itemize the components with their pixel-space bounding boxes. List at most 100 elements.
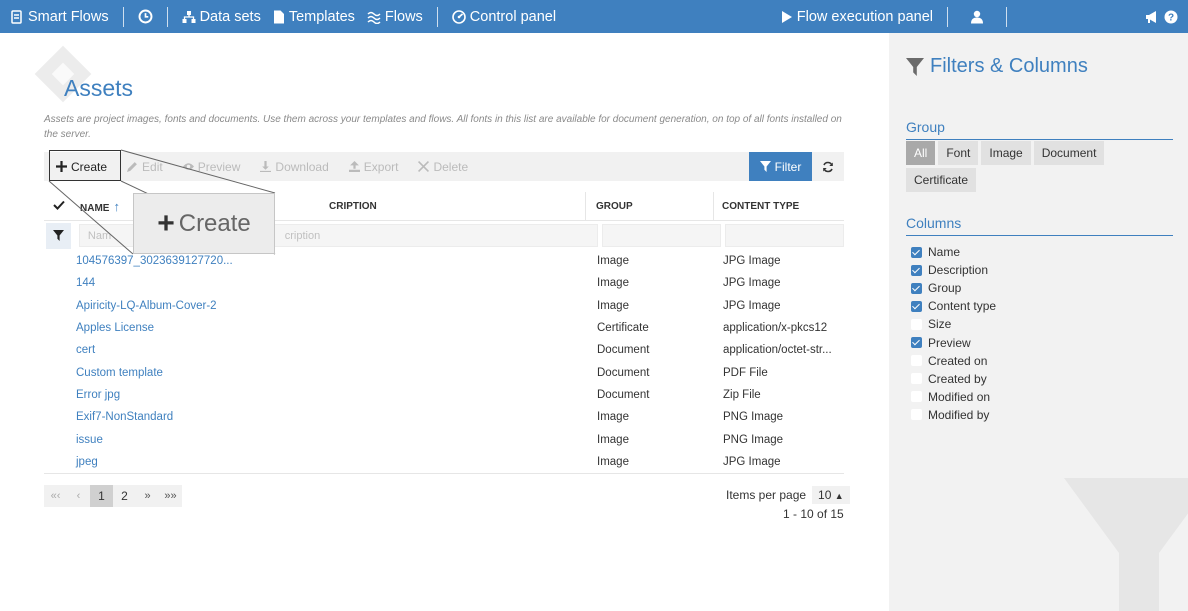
nav-announcements[interactable] (1143, 0, 1162, 33)
eye-icon (182, 163, 194, 170)
pagination-range: 1 - 10 of 15 (783, 507, 844, 521)
select-all-checkbox[interactable] (44, 200, 74, 213)
asset-name-link[interactable]: Apiricity-LQ-Album-Cover-2 (44, 300, 591, 312)
asset-name-link[interactable]: 104576397_3023639127720... (44, 255, 591, 267)
nav-user[interactable] (956, 0, 998, 33)
content-type-filter-input[interactable] (724, 224, 844, 247)
flows-logo-icon (11, 9, 22, 24)
pagination: «‹ ‹ 1 2 » »» (44, 485, 182, 507)
asset-name-link[interactable]: jpeg (44, 456, 591, 468)
nav-flows-label: Flows (384, 8, 423, 25)
asset-name-link[interactable]: issue (44, 434, 591, 446)
column-option-size[interactable]: Size (911, 315, 996, 333)
nav-help[interactable]: ? (1162, 0, 1188, 33)
items-per-page: Items per page 10 ▲ (726, 486, 850, 504)
name-filter-input[interactable]: Nam (78, 224, 137, 247)
column-option-content-type[interactable]: Content type (911, 297, 996, 315)
refresh-button[interactable] (812, 152, 844, 181)
group-filter-input[interactable] (601, 224, 721, 247)
column-checkbox[interactable] (911, 300, 922, 312)
edit-button[interactable]: Edit (117, 152, 173, 181)
column-option-group[interactable]: Group (911, 279, 996, 297)
sitemap-icon (182, 10, 196, 23)
column-header-content-type-label: CONTENT TYPE (722, 200, 800, 212)
prev-page-button[interactable]: ‹ (67, 485, 90, 507)
asset-group: Image (597, 277, 629, 290)
column-checkbox[interactable] (911, 264, 922, 276)
asset-name-link[interactable]: Custom template (44, 367, 591, 379)
export-button[interactable]: Export (339, 152, 409, 181)
nav-history[interactable] (132, 0, 159, 33)
asset-name-link[interactable]: cert (44, 344, 591, 356)
table-row[interactable]: issue Image PNG Image (44, 428, 844, 450)
column-checkbox[interactable] (911, 318, 922, 330)
refresh-icon (823, 161, 833, 172)
column-option-description[interactable]: Description (911, 261, 996, 279)
asset-name-link[interactable]: 144 (44, 277, 591, 289)
table-row[interactable]: 144 Image JPG Image (44, 272, 844, 294)
group-chip-all[interactable]: All (906, 141, 936, 165)
edit-button-label: Edit (142, 159, 163, 174)
column-header-group-label: GROUP (596, 200, 633, 212)
nav-datasets[interactable]: Data sets (176, 0, 267, 33)
svg-text:?: ? (1168, 12, 1174, 23)
nav-control-panel-label: Control panel (469, 8, 557, 25)
toolbar-right: Filter (749, 152, 844, 181)
page-button-2[interactable]: 2 (113, 485, 136, 507)
page-button-1[interactable]: 1 (90, 485, 113, 507)
asset-name-link[interactable]: Error jpg (44, 389, 591, 401)
next-page-button[interactable]: » (136, 485, 159, 507)
column-option-label: Created by (928, 371, 987, 386)
table-row[interactable]: cert Document application/octet-str... (44, 339, 844, 361)
column-checkbox[interactable] (911, 391, 922, 403)
nav-control-panel[interactable]: Control panel (446, 0, 562, 33)
group-chip-image[interactable]: Image (981, 141, 1031, 165)
first-page-button[interactable]: «‹ (44, 485, 67, 507)
table-row[interactable]: Apiricity-LQ-Album-Cover-2 Image JPG Image (44, 295, 844, 317)
help-icon: ? (1164, 10, 1178, 23)
asset-group: Image (597, 255, 629, 268)
column-header-group[interactable]: GROUP (585, 191, 713, 221)
column-option-name[interactable]: Name (911, 243, 996, 261)
column-checkbox[interactable] (911, 246, 922, 258)
preview-button[interactable]: Preview (173, 152, 251, 181)
row-filter-toggle[interactable] (46, 222, 71, 249)
asset-name-link[interactable]: Apples License (44, 322, 591, 334)
filter-button[interactable]: Filter (749, 152, 812, 181)
table-row[interactable]: Error jpg Document Zip File (44, 384, 844, 406)
export-button-label: Export (363, 159, 399, 174)
group-chip-certificate[interactable]: Certificate (906, 168, 977, 192)
table-row[interactable]: jpeg Image JPG Image (44, 451, 844, 473)
column-checkbox[interactable] (911, 282, 922, 294)
nav-brand[interactable]: Smart Flows (0, 0, 115, 33)
column-checkbox[interactable] (911, 373, 922, 385)
group-chip-document[interactable]: Document (1033, 141, 1105, 165)
last-page-button[interactable]: »» (159, 485, 182, 507)
asset-content-type: application/octet-str... (723, 344, 832, 357)
column-option-created-by[interactable]: Created by (911, 370, 996, 388)
nav-separator (122, 6, 124, 27)
nav-flows[interactable]: Flows (361, 0, 429, 33)
table-row[interactable]: Custom template Document PDF File (44, 361, 844, 383)
column-option-modified-on[interactable]: Modified on (911, 388, 996, 406)
download-button[interactable]: Download (250, 152, 338, 181)
column-header-content-type[interactable]: CONTENT TYPE (713, 191, 844, 221)
nav-datasets-label: Data sets (199, 8, 261, 25)
column-option-created-on[interactable]: Created on (911, 352, 996, 370)
table-row[interactable]: Apples License Certificate application/x-p… (44, 317, 844, 339)
asset-name-link[interactable]: Exif7-NonStandard (44, 411, 591, 423)
nav-templates[interactable]: Templates (267, 0, 361, 33)
nav-separator (436, 6, 438, 27)
column-checkbox[interactable] (911, 355, 922, 367)
checkmark-icon (53, 200, 65, 210)
items-per-page-select[interactable]: 10 ▲ (812, 486, 850, 504)
table-row[interactable]: Exif7-NonStandard Image PNG Image (44, 406, 844, 428)
waves-icon (367, 11, 381, 24)
nav-flow-execution[interactable]: Flow execution panel (775, 0, 939, 33)
column-checkbox[interactable] (911, 337, 922, 349)
group-chip-font[interactable]: Font (938, 141, 979, 165)
column-checkbox[interactable] (911, 409, 922, 421)
column-option-preview[interactable]: Preview (911, 333, 996, 351)
column-option-modified-by[interactable]: Modified by (911, 406, 996, 424)
delete-button[interactable]: Delete (408, 152, 478, 181)
